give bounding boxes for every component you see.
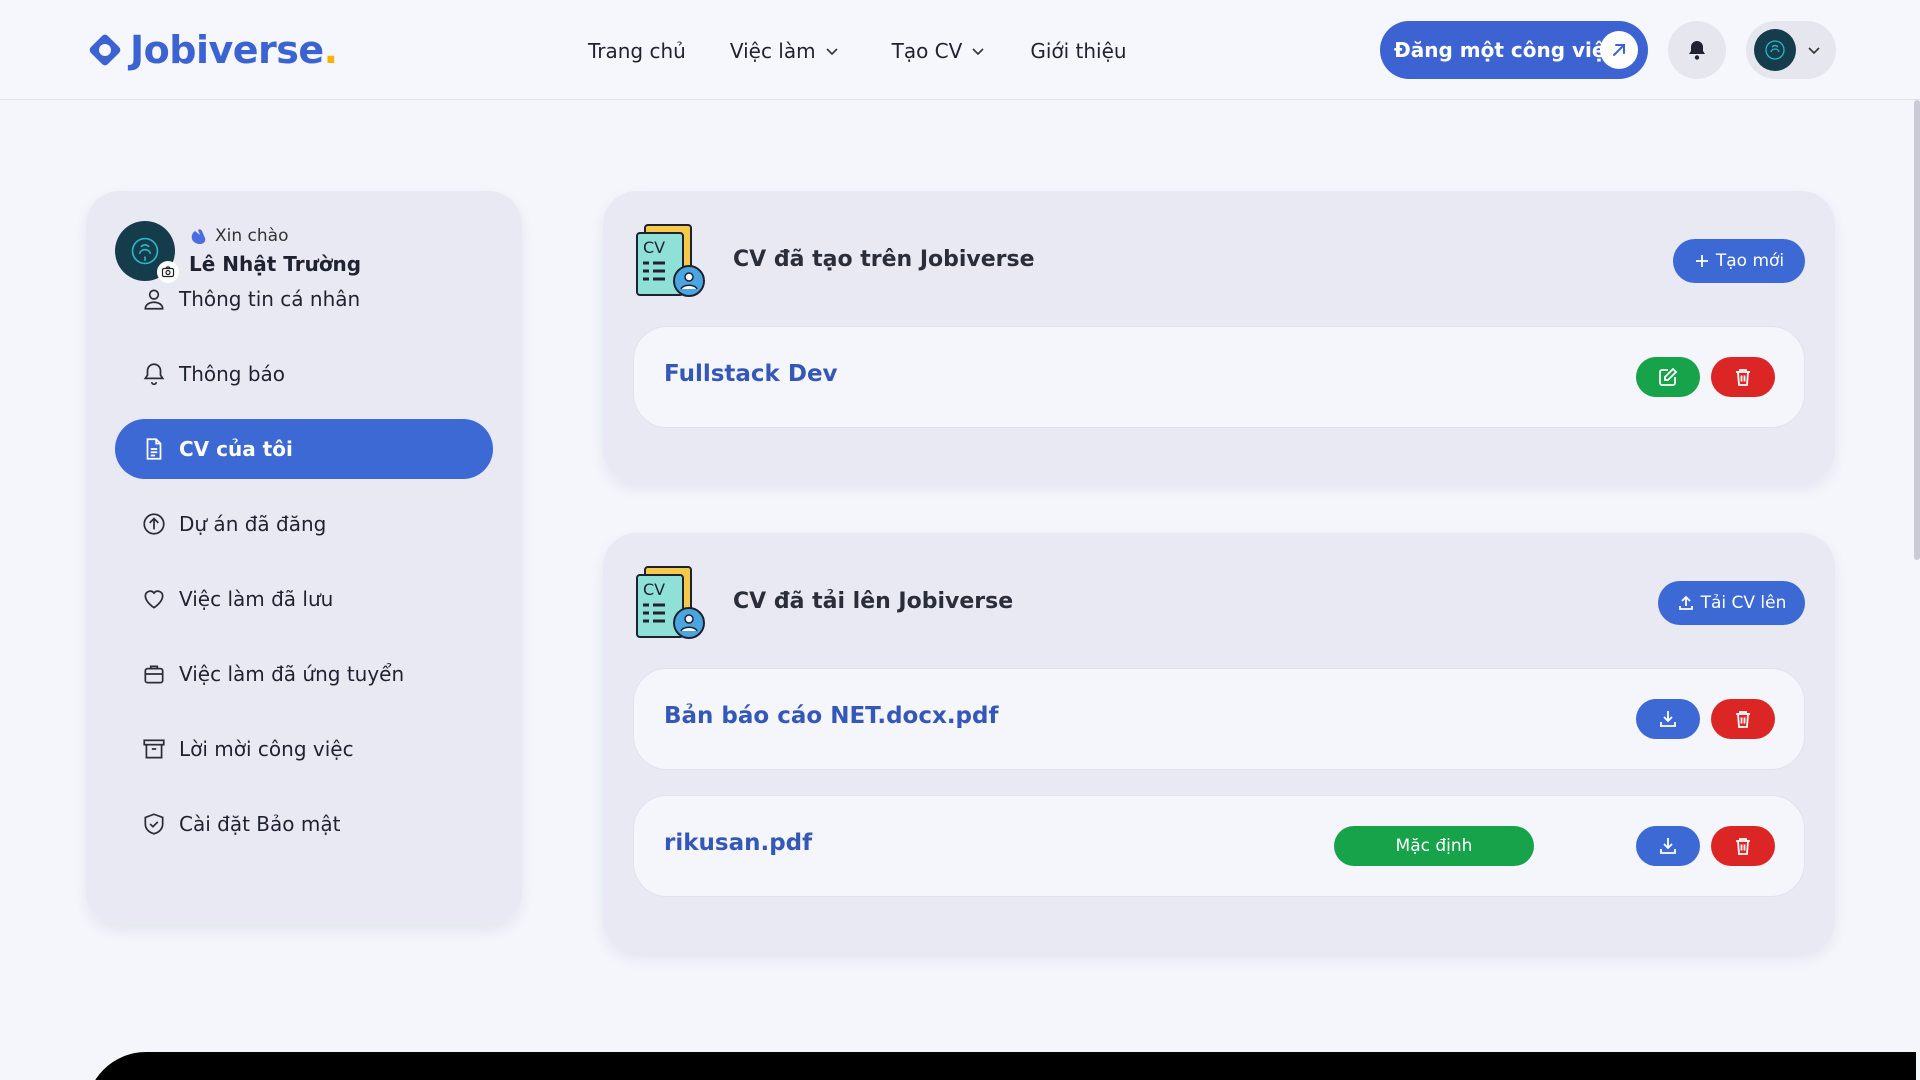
trash-icon (1736, 838, 1750, 855)
created-cv-title: CV đã tạo trên Jobiverse (733, 247, 1035, 272)
post-job-label: Đăng một công việc (1394, 38, 1618, 62)
heart-icon (144, 590, 164, 609)
download-icon (1660, 838, 1676, 854)
sidebar-item-posted-projects[interactable]: Dự án đã đăng (115, 494, 493, 554)
brand-dot: . (323, 28, 339, 72)
plus-icon (1695, 255, 1708, 267)
sidebar-item-security-settings[interactable]: Cài đặt Bảo mật (115, 794, 493, 854)
default-badge[interactable]: Mặc định (1334, 826, 1534, 866)
edit-icon (1659, 367, 1678, 386)
nav-jobs[interactable]: Việc làm (730, 36, 840, 66)
chevron-down-icon (826, 48, 838, 56)
sidebar-item-personal-info[interactable]: Thông tin cá nhân (115, 269, 493, 329)
sidebar-item-job-invitations[interactable]: Lời mời công việc (115, 719, 493, 779)
sidebar-item-label: Thông báo (179, 362, 286, 386)
cv-document-icon: CV (636, 566, 705, 639)
list-item: rikusan.pdf Mặc định (633, 795, 1805, 897)
sidebar-menu: Thông tin cá nhân Thông báo CV của tôi D… (115, 269, 493, 869)
post-job-button[interactable]: Đăng một công việc (1380, 21, 1648, 79)
sidebar-item-my-cv[interactable]: CV của tôi (115, 419, 493, 479)
upload-cv-label: Tải CV lên (1700, 593, 1787, 613)
created-cv-panel: CV CV đã tạo trên Jobiverse Tạo mới Full… (603, 191, 1835, 483)
uploaded-cv-title: CV đã tải lên Jobiverse (733, 589, 1014, 614)
shield-check-icon (144, 813, 164, 835)
greeting-line: Xin chào (189, 226, 361, 246)
account-menu-button[interactable] (1746, 21, 1836, 79)
download-cv-button[interactable] (1636, 699, 1700, 739)
greeting-text: Xin chào (215, 226, 289, 246)
page-scrollbar[interactable] (1914, 100, 1920, 560)
archive-icon (143, 739, 165, 759)
brand-name: Jobiverse (130, 28, 324, 72)
bell-icon (143, 363, 165, 386)
sidebar-item-label: Thông tin cá nhân (179, 287, 361, 311)
footer (86, 1052, 1916, 1080)
diamond-logo-icon (89, 34, 121, 66)
briefcase-icon (144, 665, 164, 684)
svg-text:CV: CV (643, 238, 665, 257)
sidebar-item-label: CV của tôi (179, 437, 293, 461)
create-cv-button[interactable]: Tạo mới (1673, 239, 1805, 283)
nav-create-cv-label: Tạo CV (891, 39, 963, 63)
trash-icon (1736, 369, 1750, 386)
download-icon (1660, 711, 1676, 727)
account-sidebar: Xin chào Lê Nhật Trường Thông tin cá nhâ… (86, 191, 522, 925)
download-cv-button[interactable] (1636, 826, 1700, 866)
arrow-up-right-icon (1600, 31, 1638, 69)
sidebar-item-label: Việc làm đã ứng tuyển (179, 662, 405, 686)
user-icon (144, 289, 164, 310)
cv-document-icon: CV (636, 224, 705, 297)
upload-circle-icon (143, 513, 165, 535)
document-icon (146, 438, 162, 460)
trash-icon (1736, 711, 1750, 728)
avatar-image (131, 237, 159, 265)
main-nav: Trang chủ Việc làm Tạo CV Giới thiệu (588, 36, 1171, 66)
nav-home-label: Trang chủ (588, 39, 686, 63)
edit-cv-button[interactable] (1636, 357, 1700, 397)
nav-jobs-label: Việc làm (729, 39, 816, 63)
sidebar-item-applied-jobs[interactable]: Việc làm đã ứng tuyển (115, 644, 493, 704)
chevron-down-icon (972, 48, 984, 56)
nav-about-label: Giới thiệu (1030, 39, 1127, 63)
notifications-button[interactable] (1668, 21, 1726, 79)
sidebar-item-saved-jobs[interactable]: Việc làm đã lưu (115, 569, 493, 629)
delete-cv-button[interactable] (1711, 357, 1775, 397)
uploaded-cv-panel: CV CV đã tải lên Jobiverse Tải CV lên Bả… (603, 533, 1835, 953)
delete-cv-button[interactable] (1711, 826, 1775, 866)
cv-name-link[interactable]: rikusan.pdf (664, 830, 812, 856)
sidebar-item-label: Việc làm đã lưu (179, 587, 334, 611)
nav-home[interactable]: Trang chủ (588, 36, 686, 66)
svg-text:CV: CV (643, 580, 665, 599)
create-cv-label: Tạo mới (1715, 251, 1785, 271)
brand-logo[interactable]: Jobiverse. (86, 28, 338, 72)
cv-name-link[interactable]: Fullstack Dev (664, 361, 838, 387)
chevron-down-icon (1808, 47, 1820, 55)
waving-hand-icon (191, 229, 206, 244)
sidebar-item-label: Dự án đã đăng (179, 512, 327, 536)
sidebar-item-label: Lời mời công việc (179, 737, 354, 761)
delete-cv-button[interactable] (1711, 699, 1775, 739)
cv-name-link[interactable]: Bản báo cáo NET.docx.pdf (664, 703, 999, 729)
sidebar-item-notifications[interactable]: Thông báo (115, 344, 493, 404)
avatar (1754, 29, 1796, 71)
nav-create-cv[interactable]: Tạo CV (892, 36, 987, 66)
upload-cv-button[interactable]: Tải CV lên (1658, 581, 1805, 625)
nav-about[interactable]: Giới thiệu (1030, 36, 1126, 66)
list-item: Bản báo cáo NET.docx.pdf (633, 668, 1805, 770)
top-header: Jobiverse. Trang chủ Việc làm Tạo CV Giớ… (0, 0, 1920, 100)
bell-icon (1689, 41, 1705, 60)
list-item: Fullstack Dev (633, 326, 1805, 428)
upload-icon (1678, 595, 1693, 610)
sidebar-item-label: Cài đặt Bảo mật (179, 812, 341, 836)
